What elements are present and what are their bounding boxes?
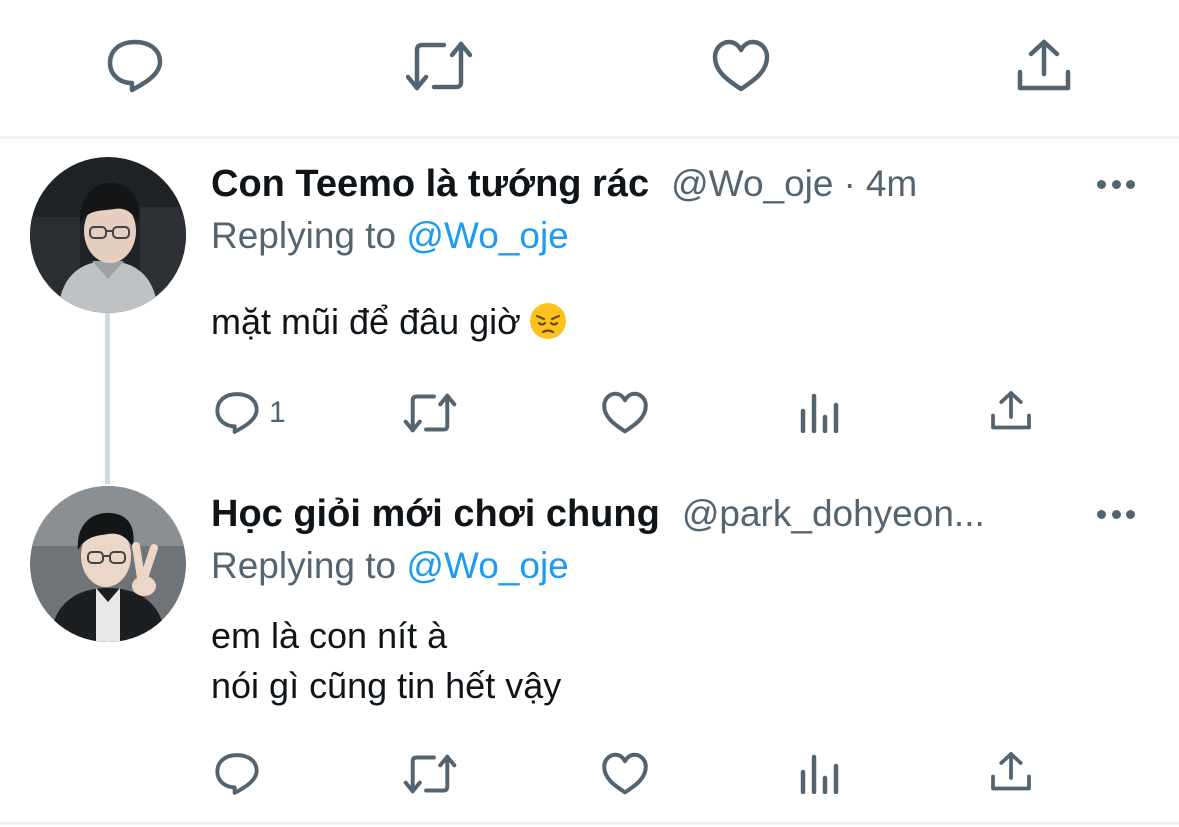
avatar-photo: [30, 157, 186, 313]
display-name[interactable]: Con Teemo là tướng rác: [211, 163, 649, 206]
more-dot-icon: [1111, 509, 1121, 519]
analytics-icon: [800, 754, 839, 794]
user-handle[interactable]: @park_dohyeon...: [682, 493, 985, 535]
top-share-button[interactable]: [1016, 38, 1072, 94]
replying-to-label: Replying to: [211, 215, 397, 256]
retweet-icon: [403, 754, 457, 794]
top-like-button[interactable]: [711, 39, 771, 93]
separator-dot: ·: [843, 163, 856, 204]
tweet-header: Con Teemo là tướng rác @Wo_oje · 4m: [211, 160, 1081, 208]
like-button[interactable]: [601, 752, 649, 796]
display-name[interactable]: Học giỏi mới chơi chung: [211, 493, 660, 536]
share-icon: [991, 752, 1031, 791]
avatar[interactable]: [30, 157, 186, 313]
tweet-text-content: mặt mũi để đâu giờ: [211, 301, 521, 342]
more-options-button[interactable]: [1097, 178, 1135, 190]
tweet-header: Học giỏi mới chơi chung @park_dohyeon...: [211, 490, 1081, 538]
more-dot-icon: [1111, 179, 1121, 189]
share-button[interactable]: [990, 390, 1032, 432]
replying-to: Replying to @Wo_oje: [211, 215, 569, 257]
tweet-text: em là con nít à nói gì cũng tin hết vậy: [211, 611, 561, 711]
share-icon: [1017, 39, 1071, 91]
replying-to-mention[interactable]: @Wo_oje: [406, 545, 568, 586]
avatar-photo: [30, 486, 186, 642]
tweet-text: mặt mũi để đâu giờ: [211, 297, 567, 347]
reply-icon: [107, 39, 163, 93]
reply-button[interactable]: [213, 752, 261, 796]
tweet-text-line: em là con nít à: [211, 615, 448, 656]
retweet-button[interactable]: [403, 391, 457, 435]
avatar[interactable]: [30, 486, 186, 642]
analytics-icon: [800, 393, 839, 433]
user-handle[interactable]: @Wo_oje: [671, 163, 833, 205]
divider: [0, 136, 1179, 139]
replying-to-label: Replying to: [211, 545, 397, 586]
like-button[interactable]: [601, 391, 649, 435]
retweet-icon: [406, 41, 472, 91]
more-dot-icon: [1097, 509, 1106, 519]
reply-icon: [215, 392, 259, 434]
thread-connector-line: [105, 312, 110, 484]
reply-icon: [215, 753, 259, 795]
share-button[interactable]: [990, 751, 1032, 793]
top-retweet-button[interactable]: [406, 38, 472, 94]
timestamp[interactable]: 4m: [866, 163, 917, 205]
tweet-text-line: nói gì cũng tin hết vậy: [211, 665, 562, 706]
more-dot-icon: [1126, 179, 1135, 189]
more-dot-icon: [1097, 179, 1106, 189]
pensive-face-icon: [529, 303, 566, 339]
like-icon: [602, 752, 648, 795]
replying-to: Replying to @Wo_oje: [211, 545, 569, 587]
retweet-button[interactable]: [403, 752, 457, 796]
like-icon: [602, 391, 648, 434]
analytics-button[interactable]: [799, 393, 839, 433]
retweet-icon: [403, 393, 457, 433]
share-icon: [991, 391, 1031, 430]
more-options-button[interactable]: [1097, 508, 1135, 520]
reply-button[interactable]: 1: [213, 391, 286, 435]
more-dot-icon: [1126, 509, 1135, 519]
divider: [0, 822, 1179, 825]
reply-count: 1: [269, 396, 286, 429]
analytics-button[interactable]: [799, 754, 839, 794]
like-icon: [712, 39, 770, 92]
top-reply-button[interactable]: [105, 38, 165, 94]
replying-to-mention[interactable]: @Wo_oje: [406, 215, 568, 256]
